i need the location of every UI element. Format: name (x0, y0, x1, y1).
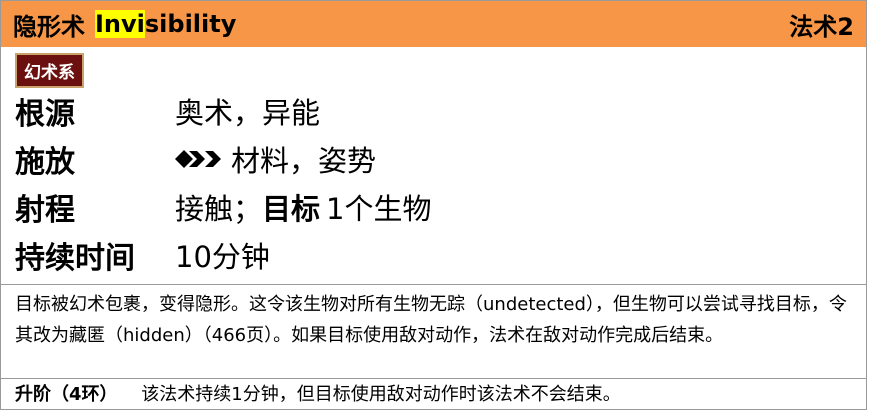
stat-cast: 施放 材料，姿势 (1, 135, 866, 183)
range-label: 射程 (15, 193, 75, 228)
spell-name-en-highlight: Invi (95, 10, 145, 38)
trait-illusion: 幻术系 (15, 53, 84, 88)
duration-label: 持续时间 (15, 241, 135, 276)
heightened-entry: 升阶（4环） 该法术持续1分钟，但目标使用敌对动作时该法术不会结束。 (1, 378, 866, 411)
target-value: 1个生物 (326, 192, 432, 226)
range-value: 接触； (175, 192, 263, 226)
spell-level: 法术2 (789, 12, 854, 41)
range-value-wrap: 接触； 目标 1个生物 (175, 186, 431, 228)
spell-name-en-rest: sibility (144, 10, 237, 38)
heightened-label: 升阶（4环） (15, 384, 118, 405)
cast-value: 材料，姿势 (231, 144, 377, 178)
cast-label: 施放 (15, 145, 75, 180)
stat-duration: 持续时间 10分钟 (1, 231, 866, 279)
stat-tradition: 根源 奥术，异能 (1, 87, 866, 135)
stat-range: 射程 接触； 目标 1个生物 (1, 183, 866, 231)
tradition-value: 奥术，异能 (175, 96, 321, 130)
three-actions-icon (175, 147, 229, 171)
tradition-label: 根源 (15, 97, 75, 132)
heightened-text: 该法术持续1分钟，但目标使用敌对动作时该法术不会结束。 (141, 384, 621, 405)
spell-description: 目标被幻术包裹，变得隐形。这令该生物对所有生物无踪（undetected），但生… (1, 284, 866, 355)
spell-card: 隐形术 Invisibility 法术2 幻术系 根源 奥术，异能 施放 材料，… (0, 0, 867, 410)
spell-title: 隐形术 Invisibility (13, 7, 236, 42)
target-label: 目标 (262, 192, 321, 226)
trait-row: 幻术系 (1, 47, 866, 88)
spell-name-en: Invisibility (95, 10, 236, 38)
duration-value: 10分钟 (175, 240, 270, 274)
spell-name-cn: 隐形术 (13, 12, 85, 41)
cast-value-wrap: 材料，姿势 (175, 138, 376, 180)
spell-header: 隐形术 Invisibility 法术2 (1, 1, 866, 47)
